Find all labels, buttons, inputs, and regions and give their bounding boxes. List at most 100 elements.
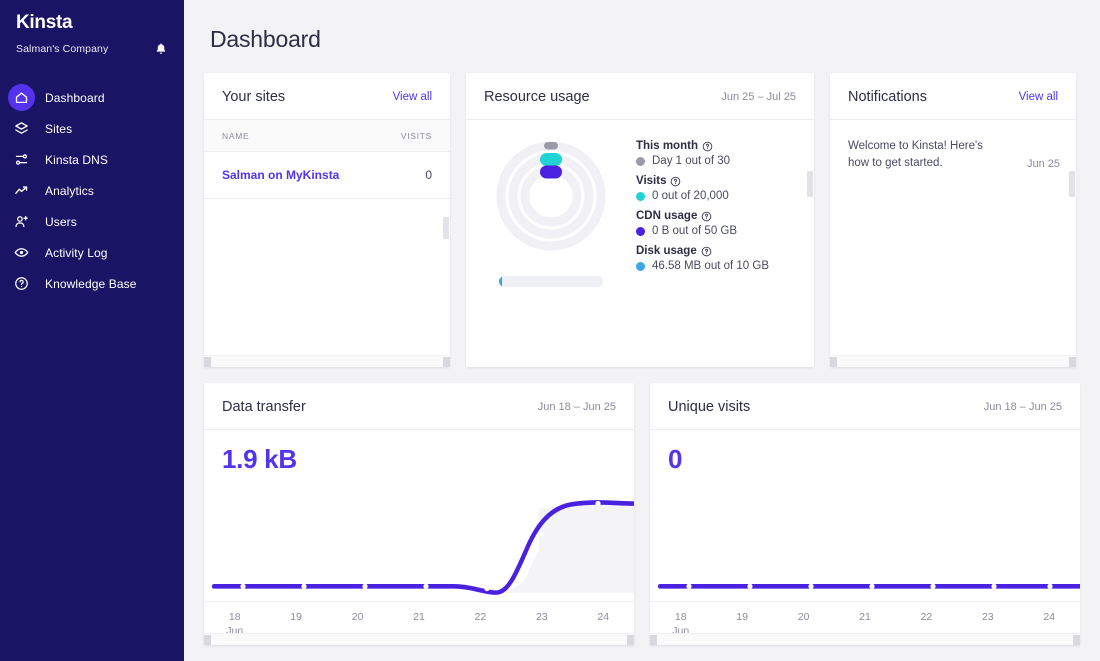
scrollbar-thumb-right[interactable] xyxy=(1073,635,1080,645)
scrollbar-thumb[interactable] xyxy=(443,217,449,239)
card-title: Data transfer xyxy=(222,399,306,415)
scrollbar-thumb-left[interactable] xyxy=(830,357,837,367)
metric-value-row: 0 B out of 50 GB xyxy=(636,225,804,237)
line-chart-svg xyxy=(650,469,1080,601)
kinsta-logo: Kinsta xyxy=(16,12,72,33)
sidebar-item-dashboard[interactable]: Dashboard xyxy=(0,82,184,113)
trend-up-icon xyxy=(8,177,35,204)
metric-label: Visits xyxy=(636,175,666,187)
help-icon[interactable] xyxy=(670,176,681,187)
data-transfer-card: Data transfer Jun 18 – Jun 25 1.9 kB xyxy=(204,383,634,645)
metric-value-row: 46.58 MB out of 10 GB xyxy=(636,260,804,272)
help-icon[interactable] xyxy=(701,211,712,222)
bottom-card-row: Data transfer Jun 18 – Jun 25 1.9 kB xyxy=(204,383,1080,645)
sidebar-item-label: Users xyxy=(45,215,77,229)
date-range: Jun 18 – Jun 25 xyxy=(538,401,616,413)
notifications-horizontal-scrollbar[interactable] xyxy=(830,355,1076,367)
sidebar-item-label: Activity Log xyxy=(45,246,108,260)
unique-visits-horizontal-scrollbar[interactable] xyxy=(650,633,1080,645)
metric-value: 46.58 MB out of 10 GB xyxy=(652,260,769,272)
bell-icon[interactable] xyxy=(154,42,168,56)
view-all-sites-link[interactable]: View all xyxy=(393,91,432,103)
site-visits-value: 0 xyxy=(425,168,432,182)
scrollbar-thumb-right[interactable] xyxy=(1069,357,1076,367)
metric-label-row: Visits xyxy=(636,175,804,187)
page-title: Dashboard xyxy=(204,0,1080,73)
card-title: Your sites xyxy=(222,89,285,105)
scrollbar-thumb-left[interactable] xyxy=(204,357,211,367)
resource-usage-header: Resource usage Jun 25 – Jul 25 xyxy=(466,73,814,120)
sidebar-item-knowledge-base[interactable]: Knowledge Base xyxy=(0,268,184,299)
card-title: Notifications xyxy=(848,89,927,105)
company-name: Salman's Company xyxy=(16,43,108,55)
sites-horizontal-scrollbar[interactable] xyxy=(204,355,450,367)
sidebar-item-label: Sites xyxy=(45,122,72,136)
sidebar-item-label: Dashboard xyxy=(45,91,105,105)
legend-dot xyxy=(636,262,645,271)
app-root: Kinsta Salman's Company Dashboard xyxy=(0,0,1100,661)
metric-label: This month xyxy=(636,140,698,152)
user-plus-icon xyxy=(8,208,35,235)
metric-label-row: This month xyxy=(636,140,804,152)
list-item[interactable]: Welcome to Kinsta! Here's how to get sta… xyxy=(830,120,1076,171)
metric-value: 0 out of 20,000 xyxy=(652,190,729,202)
metric-value-row: Day 1 out of 30 xyxy=(636,155,804,167)
dns-sliders-icon xyxy=(8,146,35,173)
top-card-row: Your sites View all NAME VISITS Salman o… xyxy=(204,73,1080,367)
view-all-notifications-link[interactable]: View all xyxy=(1019,91,1058,103)
disk-usage-progress-fill xyxy=(499,276,502,287)
scrollbar-thumb-right[interactable] xyxy=(627,635,634,645)
legend-dot xyxy=(636,192,645,201)
scrollbar-thumb-left[interactable] xyxy=(204,635,211,645)
help-icon[interactable] xyxy=(702,141,713,152)
metric-value-row: 0 out of 20,000 xyxy=(636,190,804,202)
scrollbar-thumb-left[interactable] xyxy=(650,635,657,645)
notifications-vertical-scrollbar[interactable] xyxy=(1068,73,1076,367)
sidebar-nav: Dashboard Sites Kinsta xyxy=(0,82,184,299)
legend-dot xyxy=(636,157,645,166)
sidebar-item-kinsta-dns[interactable]: Kinsta DNS xyxy=(0,144,184,175)
scrollbar-thumb[interactable] xyxy=(807,171,813,197)
donut-column xyxy=(466,134,636,287)
metric-disk-usage: Disk usage xyxy=(636,245,804,272)
your-sites-card: Your sites View all NAME VISITS Salman o… xyxy=(204,73,450,367)
notification-date: Jun 25 xyxy=(1027,138,1060,170)
resource-usage-card: Resource usage Jun 25 – Jul 25 xyxy=(466,73,814,367)
card-title: Unique visits xyxy=(668,399,750,415)
scrollbar-thumb-right[interactable] xyxy=(443,357,450,367)
metric-cdn-usage: CDN usage xyxy=(636,210,804,237)
column-header-name: NAME xyxy=(222,131,249,141)
legend-dot xyxy=(636,227,645,236)
data-transfer-plot[interactable] xyxy=(204,469,634,601)
home-icon xyxy=(8,84,35,111)
main-content: Dashboard Your sites View all NAME VISIT… xyxy=(184,0,1100,661)
resource-usage-body: This month xyxy=(466,120,814,287)
site-name-link[interactable]: Salman on MyKinsta xyxy=(222,168,339,182)
notification-text: Welcome to Kinsta! Here's how to get sta… xyxy=(848,138,983,171)
column-header-visits: VISITS xyxy=(401,131,432,141)
table-row[interactable]: Salman on MyKinsta 0 xyxy=(204,152,450,198)
scrollbar-thumb[interactable] xyxy=(1069,171,1075,197)
x-tick-label: 18 xyxy=(229,611,241,623)
sidebar-item-activity-log[interactable]: Activity Log xyxy=(0,237,184,268)
notifications-header: Notifications View all xyxy=(830,73,1076,120)
brand[interactable]: Kinsta xyxy=(0,0,184,34)
sites-vertical-scrollbar[interactable] xyxy=(442,73,450,367)
notifications-card: Notifications View all Welcome to Kinsta… xyxy=(830,73,1076,367)
your-sites-header: Your sites View all xyxy=(204,73,450,120)
notifications-empty-area xyxy=(830,171,1076,367)
date-range: Jun 18 – Jun 25 xyxy=(984,401,1062,413)
card-title: Resource usage xyxy=(484,89,590,105)
metric-label: CDN usage xyxy=(636,210,697,222)
company-row: Salman's Company xyxy=(0,34,184,60)
help-icon[interactable] xyxy=(701,246,712,257)
resource-vertical-scrollbar[interactable] xyxy=(806,73,814,367)
unique-visits-plot[interactable] xyxy=(650,469,1080,601)
sites-table-header: NAME VISITS xyxy=(204,120,450,152)
sites-empty-area xyxy=(204,199,450,367)
sidebar-item-users[interactable]: Users xyxy=(0,206,184,237)
sidebar-item-analytics[interactable]: Analytics xyxy=(0,175,184,206)
sidebar-item-sites[interactable]: Sites xyxy=(0,113,184,144)
data-transfer-horizontal-scrollbar[interactable] xyxy=(204,633,634,645)
metric-this-month: This month xyxy=(636,140,804,167)
